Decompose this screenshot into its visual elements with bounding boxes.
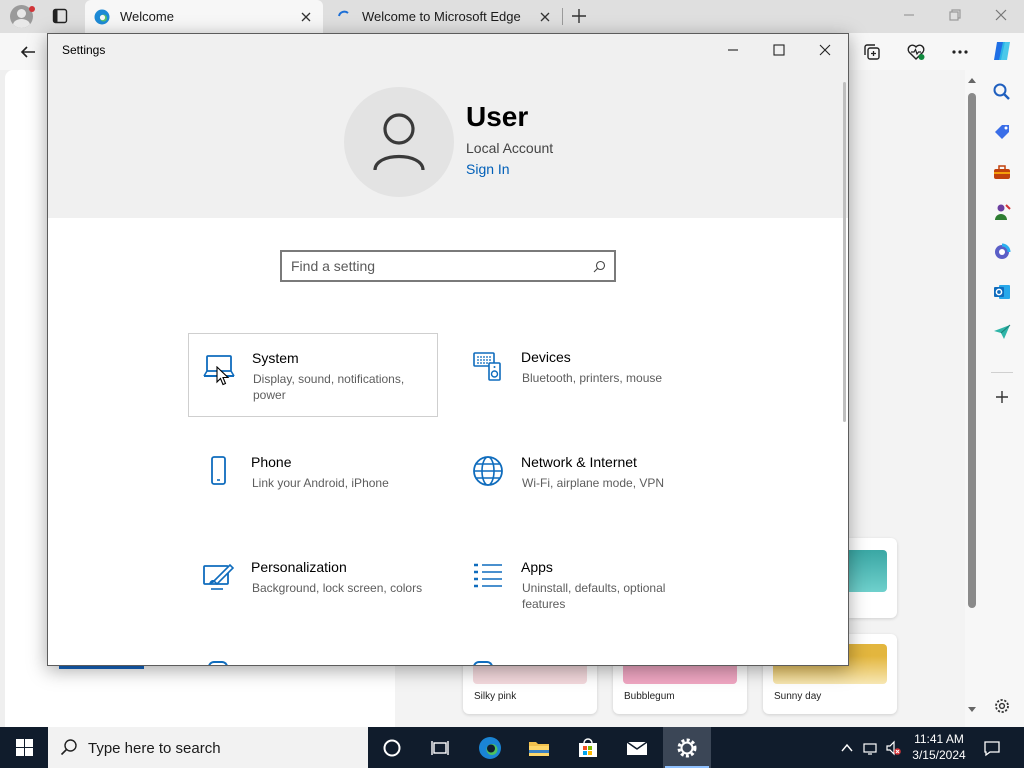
network-icon[interactable]	[863, 740, 879, 756]
taskbar: Type here to search 11:41 AM 3/15/2024	[0, 727, 1024, 768]
category-description: Background, lock screen, colors	[252, 581, 423, 595]
settings-gear-icon	[677, 738, 697, 758]
microsoft-365-icon[interactable]	[992, 242, 1012, 262]
theme-swatch	[849, 550, 887, 592]
partial-category-icon	[208, 661, 228, 665]
maximize-icon[interactable]	[772, 43, 786, 57]
apps-icon	[474, 563, 502, 588]
theme-name: Bubblegum	[624, 691, 675, 702]
search-icon[interactable]	[593, 260, 606, 273]
tab-actions-icon[interactable]	[52, 8, 68, 24]
loading-spinner-icon	[338, 10, 349, 16]
settings-header: Settings User Local Account Sign In	[48, 34, 848, 218]
clock-date: 3/15/2024	[912, 748, 966, 762]
outlook-icon[interactable]	[992, 282, 1012, 302]
window-title: Settings	[62, 43, 106, 57]
category-name: Devices	[521, 349, 571, 365]
scroll-down-icon[interactable]	[967, 706, 977, 714]
personalization-icon	[203, 563, 234, 590]
games-icon[interactable]	[992, 202, 1012, 222]
tab-title: Welcome to Microsoft Edge	[362, 9, 521, 24]
settings-scrollbar[interactable]	[843, 82, 846, 422]
close-tab-icon[interactable]	[538, 10, 552, 24]
theme-name: Silky pink	[474, 691, 517, 702]
category-description: Bluetooth, printers, mouse	[522, 371, 663, 385]
category-network-internet[interactable]: Network & Internet Wi-Fi, airplane mode,…	[458, 438, 708, 522]
settings-search-box[interactable]	[280, 250, 616, 282]
close-tab-icon[interactable]	[299, 10, 313, 24]
category-description: Uninstall, defaults, optional features	[522, 581, 666, 611]
globe-icon	[473, 456, 503, 486]
browser-essentials-icon[interactable]	[906, 42, 926, 62]
edge-taskbar-icon[interactable]	[477, 735, 503, 761]
clock-time: 11:41 AM	[914, 732, 964, 746]
user-name: User	[466, 101, 529, 132]
back-arrow-icon[interactable]	[19, 43, 37, 61]
theme-name: Sunny day	[774, 691, 822, 702]
sign-in-link[interactable]: Sign In	[466, 161, 510, 177]
copilot-icon[interactable]	[990, 39, 1014, 63]
tab-title: Welcome	[120, 9, 174, 24]
account-type: Local Account	[466, 140, 554, 156]
partial-category-icon	[473, 661, 493, 665]
profile-status-dot	[29, 6, 35, 12]
shopping-tag-icon[interactable]	[992, 122, 1012, 142]
category-name: Network & Internet	[521, 454, 637, 470]
taskbar-search-box[interactable]: Type here to search	[48, 727, 368, 768]
minimize-icon[interactable]	[726, 43, 740, 57]
theme-card-teal[interactable]	[849, 538, 897, 618]
new-tab-icon[interactable]	[571, 8, 587, 24]
task-view-icon[interactable]	[427, 735, 453, 761]
taskbar-search-placeholder: Type here to search	[88, 740, 221, 757]
more-options-icon[interactable]	[950, 42, 970, 62]
browser-tab-strip: Welcome Welcome to Microsoft Edge	[0, 0, 1024, 33]
devices-icon	[473, 352, 501, 381]
settings-window: Settings User Local Account Sign In Syst…	[47, 33, 849, 666]
windows-start-icon[interactable]	[16, 739, 33, 756]
search-input[interactable]	[282, 252, 572, 280]
sidebar-settings-gear-icon[interactable]	[992, 696, 1012, 716]
settings-taskbar-button[interactable]	[663, 727, 711, 768]
search-icon[interactable]	[992, 82, 1012, 102]
search-icon	[60, 739, 77, 756]
chevron-up-icon[interactable]	[839, 740, 855, 756]
category-name: Phone	[251, 454, 292, 470]
file-explorer-icon[interactable]	[526, 735, 552, 761]
user-avatar	[344, 87, 454, 197]
cortana-icon[interactable]	[379, 735, 405, 761]
mouse-cursor-icon	[216, 366, 230, 386]
restore-browser-icon[interactable]	[948, 8, 962, 22]
category-personalization[interactable]: Personalization Background, lock screen,…	[188, 543, 438, 627]
close-browser-icon[interactable]	[994, 8, 1008, 22]
tab-separator	[562, 8, 563, 25]
drop-send-icon[interactable]	[992, 322, 1012, 342]
collections-icon[interactable]	[862, 42, 882, 62]
tab-welcome[interactable]: Welcome	[85, 0, 323, 33]
category-name: Personalization	[251, 559, 347, 575]
page-scrollbar-thumb[interactable]	[968, 93, 976, 608]
category-description: Link your Android, iPhone	[252, 476, 389, 490]
clock[interactable]: 11:41 AM 3/15/2024	[906, 731, 972, 763]
edge-logo-icon	[94, 9, 110, 24]
minimize-browser-icon[interactable]	[902, 8, 916, 22]
category-name: System	[252, 350, 299, 366]
sidebar-divider	[991, 372, 1013, 373]
add-sidebar-app-icon[interactable]	[992, 387, 1012, 407]
category-apps[interactable]: Apps Uninstall, defaults, optional featu…	[458, 543, 708, 627]
volume-muted-icon[interactable]	[885, 740, 901, 756]
mail-icon[interactable]	[624, 735, 650, 761]
notification-center-icon[interactable]	[983, 739, 1001, 757]
category-description: Display, sound, notifications, power	[253, 372, 405, 402]
category-description: Wi-Fi, airplane mode, VPN	[522, 476, 665, 490]
scroll-up-icon[interactable]	[967, 76, 977, 84]
category-name: Apps	[521, 559, 553, 575]
category-devices[interactable]: Devices Bluetooth, printers, mouse	[458, 333, 708, 417]
tools-icon[interactable]	[992, 162, 1012, 182]
phone-icon	[211, 456, 226, 485]
category-phone[interactable]: Phone Link your Android, iPhone	[188, 438, 438, 522]
close-icon[interactable]	[818, 43, 832, 57]
person-icon	[373, 113, 425, 171]
store-icon[interactable]	[575, 735, 601, 761]
tab-welcome-edge[interactable]: Welcome to Microsoft Edge	[327, 0, 562, 33]
